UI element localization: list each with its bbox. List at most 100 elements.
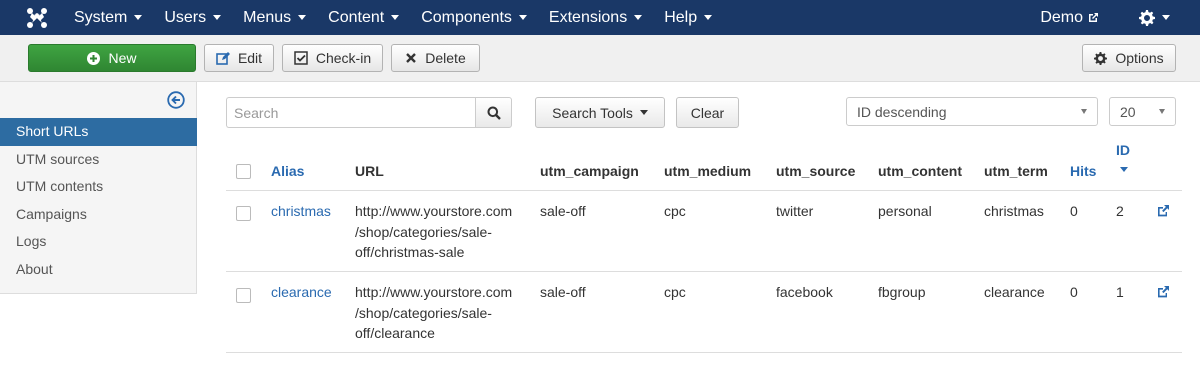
- menu-menus[interactable]: Menus: [243, 8, 307, 27]
- options-button[interactable]: Options: [1082, 44, 1176, 72]
- url-line: off/clearance: [355, 325, 435, 341]
- edit-button-label: Edit: [237, 50, 263, 66]
- plus-circle-icon: [87, 51, 101, 65]
- row-alias-link[interactable]: christmas: [271, 201, 331, 222]
- main-menu: System Users Menus Content Components Ex…: [74, 0, 734, 35]
- row-alias-link[interactable]: clearance: [271, 282, 332, 303]
- row-checkbox[interactable]: [236, 206, 251, 221]
- new-button[interactable]: New: [28, 44, 196, 72]
- menu-label: Menus: [243, 8, 292, 26]
- collapse-sidebar-icon[interactable]: [167, 91, 185, 112]
- row-checkbox[interactable]: [236, 288, 251, 303]
- gear-icon: [1139, 9, 1155, 26]
- delete-button[interactable]: Delete: [391, 44, 480, 72]
- row-id: 1: [1116, 284, 1124, 300]
- row-utm-content: personal: [878, 203, 932, 219]
- menu-system[interactable]: System: [74, 8, 143, 27]
- row-hits: 0: [1070, 284, 1078, 300]
- row-hits: 0: [1070, 203, 1078, 219]
- url-line: /shop/categories/sale-: [355, 223, 492, 240]
- row-utm-medium: cpc: [664, 203, 686, 219]
- row-utm-medium: cpc: [664, 284, 686, 300]
- row-url: http://www.yourstore.com /shop/categorie…: [355, 201, 512, 263]
- column-header-utm-medium: utm_medium: [664, 163, 752, 179]
- menu-extensions[interactable]: Extensions: [548, 8, 643, 27]
- limit-value: 20: [1120, 103, 1136, 120]
- delete-button-label: Delete: [425, 50, 466, 66]
- column-header-utm-term: utm_term: [984, 163, 1048, 179]
- joomla-logo-icon[interactable]: [26, 7, 48, 29]
- close-icon: [405, 52, 417, 64]
- menu-users[interactable]: Users: [164, 8, 222, 27]
- row-utm-content: fbgroup: [878, 284, 926, 300]
- caret-down-icon: [213, 15, 222, 20]
- column-header-alias[interactable]: Alias: [271, 163, 304, 179]
- toolbar: New Edit Check-in Delete Options: [0, 35, 1200, 82]
- settings-menu[interactable]: [1139, 9, 1170, 26]
- search-tools-button[interactable]: Search Tools: [535, 97, 665, 128]
- row-utm-campaign: sale-off: [540, 284, 586, 300]
- url-line: http://www.yourstore.com: [355, 284, 513, 300]
- search-tools-label: Search Tools: [552, 104, 633, 121]
- menu-label: Users: [164, 8, 207, 26]
- menu-content[interactable]: Content: [328, 9, 400, 27]
- column-header-utm-source: utm_source: [776, 163, 856, 179]
- column-header-hits[interactable]: Hits: [1070, 163, 1096, 179]
- caret-down-icon: [391, 15, 400, 20]
- clear-button[interactable]: Clear: [676, 97, 739, 128]
- options-button-label: Options: [1115, 50, 1164, 66]
- sidebar: Short URLs UTM sources UTM contents Camp…: [0, 82, 197, 294]
- menu-help[interactable]: Help: [664, 9, 713, 27]
- sidebar-item-utm-contents[interactable]: UTM contents: [0, 173, 197, 201]
- caret-down-icon: [1162, 15, 1170, 20]
- url-line: off/christmas-sale: [355, 244, 465, 260]
- url-line: http://www.yourstore.com: [355, 203, 513, 219]
- sidebar-item-campaigns[interactable]: Campaigns: [0, 201, 197, 229]
- search-input[interactable]: [226, 97, 476, 128]
- column-header-id[interactable]: ID: [1116, 142, 1130, 158]
- external-link-icon[interactable]: [1156, 204, 1170, 218]
- site-link[interactable]: Demo: [1040, 9, 1099, 27]
- caret-down-icon: [134, 15, 143, 20]
- column-header-url: URL: [355, 163, 384, 179]
- row-divider: [226, 271, 1182, 272]
- checkbox-icon: [294, 51, 308, 65]
- select-arrow-icon: [1159, 109, 1165, 114]
- menu-components[interactable]: Components: [421, 9, 527, 27]
- menu-label: Extensions: [548, 8, 628, 26]
- checkin-button[interactable]: Check-in: [282, 44, 383, 72]
- search-icon: [487, 106, 501, 120]
- row-url: http://www.yourstore.com /shop/categorie…: [355, 282, 512, 344]
- sidebar-item-logs[interactable]: Logs: [0, 228, 197, 256]
- row-divider: [226, 352, 1182, 353]
- edit-button[interactable]: Edit: [204, 44, 274, 72]
- caret-down-icon: [298, 15, 307, 20]
- sidebar-nav: Short URLs UTM sources UTM contents Camp…: [0, 118, 197, 283]
- sidebar-item-utm-sources[interactable]: UTM sources: [0, 146, 197, 174]
- row-utm-term: christmas: [984, 203, 1044, 219]
- external-link-icon[interactable]: [1156, 285, 1170, 299]
- row-id: 2: [1116, 203, 1124, 219]
- url-line: /shop/categories/sale-: [355, 304, 492, 321]
- column-header-utm-content: utm_content: [878, 163, 962, 179]
- caret-down-icon: [634, 15, 643, 20]
- menu-label: System: [74, 8, 128, 26]
- caret-down-icon: [518, 15, 527, 20]
- row-utm-campaign: sale-off: [540, 203, 586, 219]
- row-utm-source: twitter: [776, 203, 814, 219]
- caret-down-icon: [639, 110, 648, 115]
- ordering-select[interactable]: ID descending: [846, 97, 1098, 126]
- search-button[interactable]: [475, 97, 512, 128]
- limit-select[interactable]: 20: [1109, 97, 1176, 126]
- site-link-label: Demo: [1040, 8, 1083, 26]
- header-divider: [226, 190, 1182, 191]
- ordering-value: ID descending: [857, 103, 947, 120]
- select-arrow-icon: [1081, 109, 1087, 114]
- sidebar-item-short-urls[interactable]: Short URLs: [0, 118, 197, 146]
- select-all-checkbox[interactable]: [236, 164, 251, 179]
- sidebar-item-about[interactable]: About: [0, 256, 197, 284]
- menu-label: Components: [421, 8, 512, 26]
- column-header-utm-campaign: utm_campaign: [540, 163, 639, 179]
- new-button-label: New: [108, 50, 137, 66]
- row-utm-source: facebook: [776, 284, 833, 300]
